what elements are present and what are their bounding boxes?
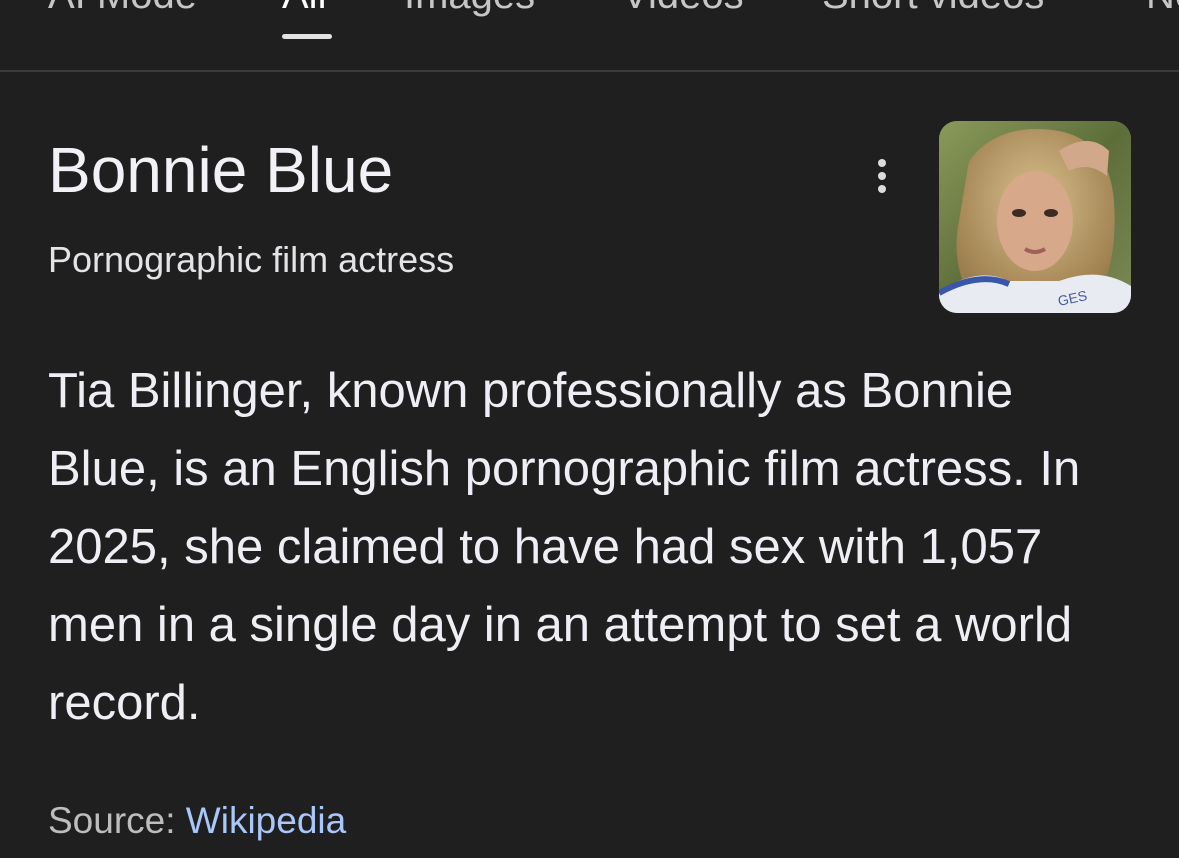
more-vert-icon[interactable] (860, 152, 904, 200)
source-link-wikipedia[interactable]: Wikipedia (186, 800, 346, 841)
source-attribution: Source: Wikipedia (48, 798, 346, 844)
tab-images[interactable]: Images (404, 0, 535, 18)
source-label: Source: (48, 800, 186, 841)
tab-news[interactable]: News (1146, 0, 1179, 18)
active-tab-indicator (282, 34, 332, 39)
search-tabs: AI Mode All Images Videos Short videos N… (0, 0, 1179, 70)
search-results-page: AI Mode All Images Videos Short videos N… (0, 0, 1179, 858)
entity-photo[interactable]: GES (939, 121, 1131, 313)
entity-photo-graphic: GES (939, 121, 1131, 313)
entity-description: Tia Billinger, known professionally as B… (48, 364, 1081, 730)
tab-all[interactable]: All (282, 0, 326, 18)
tabs-divider (0, 70, 1179, 72)
tab-ai-mode[interactable]: AI Mode (48, 0, 197, 18)
tab-videos[interactable]: Videos (622, 0, 744, 18)
entity-subtitle: Pornographic film actress (48, 239, 455, 280)
entity-title: Bonnie Blue (48, 134, 394, 206)
tab-short-videos[interactable]: Short videos (822, 0, 1044, 18)
